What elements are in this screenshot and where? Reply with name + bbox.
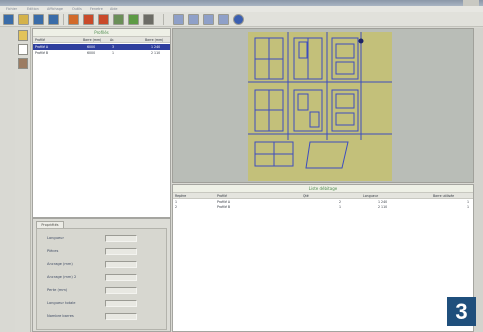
brick-icon[interactable] [18,58,28,69]
column-header[interactable]: Profilé [35,37,45,43]
property-label: Perte (mm) [47,288,68,292]
property-field[interactable] [105,313,137,320]
tab-properties[interactable]: Propriétés [36,221,64,228]
column-header[interactable]: Longueur [363,193,378,199]
warning-icon[interactable] [68,14,79,25]
vertical-toolbar [15,27,31,332]
cutting-layout-board[interactable] [248,32,392,181]
property-field[interactable] [105,274,137,281]
column-header[interactable]: Barre (mm) [145,37,163,43]
column-header[interactable]: Qté [303,193,309,199]
frame-icon[interactable] [203,14,214,25]
back-icon[interactable] [3,14,14,25]
page-icon[interactable] [18,44,28,55]
alert-icon[interactable] [83,14,94,25]
sash[interactable] [335,43,355,59]
window-frame[interactable] [305,141,349,169]
table-cell: 1 [339,205,342,209]
cut-list-header: Repère Profilé Qté Longueur Barre utilis… [173,193,473,199]
sash[interactable] [298,41,308,59]
sash[interactable] [309,111,320,128]
cut-list-title: Liste débitage [173,185,473,193]
sash[interactable] [335,61,355,75]
profiles-table-header: Profilé Barre (mm) Ar. Barre (mm) [33,37,170,43]
drawing-canvas[interactable] [172,28,474,183]
right-scrollbar[interactable] [474,28,483,332]
table-cell: 2 110 [151,51,161,55]
main-toolbar [0,12,483,27]
application-window: Fichier Edition Affichage Outils Fenetre… [0,0,483,332]
column-header[interactable]: Barre (mm) [83,37,101,43]
property-label: Longueur [47,236,64,240]
table-cell: 2 [175,205,178,209]
panel-icon[interactable] [143,14,154,25]
sash[interactable] [335,112,355,126]
property-field[interactable] [105,287,137,294]
window-layout-drawing [248,32,392,169]
cursor-marker [358,38,364,44]
property-label: Ancrage (mm) [47,262,73,266]
properties-panel: Propriétés Longueur Pièces Ancrage (mm) Anc… [32,218,171,332]
table-cell: 1 [112,51,115,55]
profiles-panel: Profilés Profilé Barre (mm) Ar. Barre (m… [32,28,171,218]
frame-icon[interactable] [188,14,199,25]
profiles-panel-title: Profilés [33,29,170,37]
toolbar-separator [163,14,164,25]
figure-number-badge: 3 [447,297,476,326]
settings-icon[interactable] [98,14,109,25]
folder-open-icon[interactable] [18,14,29,25]
sash[interactable] [297,93,309,111]
column-header[interactable]: Profilé [217,193,227,199]
table-cell: 6000 [87,51,96,55]
property-label: Longueur totale [47,301,76,305]
save-as-icon[interactable] [48,14,59,25]
frame-icon[interactable] [173,14,184,25]
green-panel-icon[interactable] [128,14,139,25]
properties-form: Longueur Pièces Ancrage (mm) Ancrage (mm) 2… [36,228,167,330]
property-field[interactable] [105,248,137,255]
property-field[interactable] [105,235,137,242]
frame-icon[interactable] [218,14,229,25]
table-cell: 1 [467,205,470,209]
property-field[interactable] [105,261,137,268]
property-label: Ancrage (mm) 2 [47,275,77,279]
globe-icon[interactable] [233,14,244,25]
cut-list-panel: Liste débitage Repère Profilé Qté Longue… [172,184,474,332]
table-row[interactable]: Profilé B 6000 1 2 110 [33,50,170,56]
table-cell: Profilé B [35,51,49,55]
column-header[interactable]: Repère [175,193,186,199]
toolbar-separator [63,14,64,25]
column-header[interactable]: Ar. [110,37,114,43]
save-icon[interactable] [33,14,44,25]
grid-icon[interactable] [113,14,124,25]
property-field[interactable] [105,300,137,307]
column-header[interactable]: Barre utilisée [433,193,454,199]
table-cell: Profilé B [217,205,231,209]
sash[interactable] [335,93,355,109]
property-label: Nombre barres [47,314,74,318]
cursor-icon[interactable] [18,30,28,41]
property-label: Pièces [47,249,59,253]
table-cell: 2 110 [378,205,388,209]
